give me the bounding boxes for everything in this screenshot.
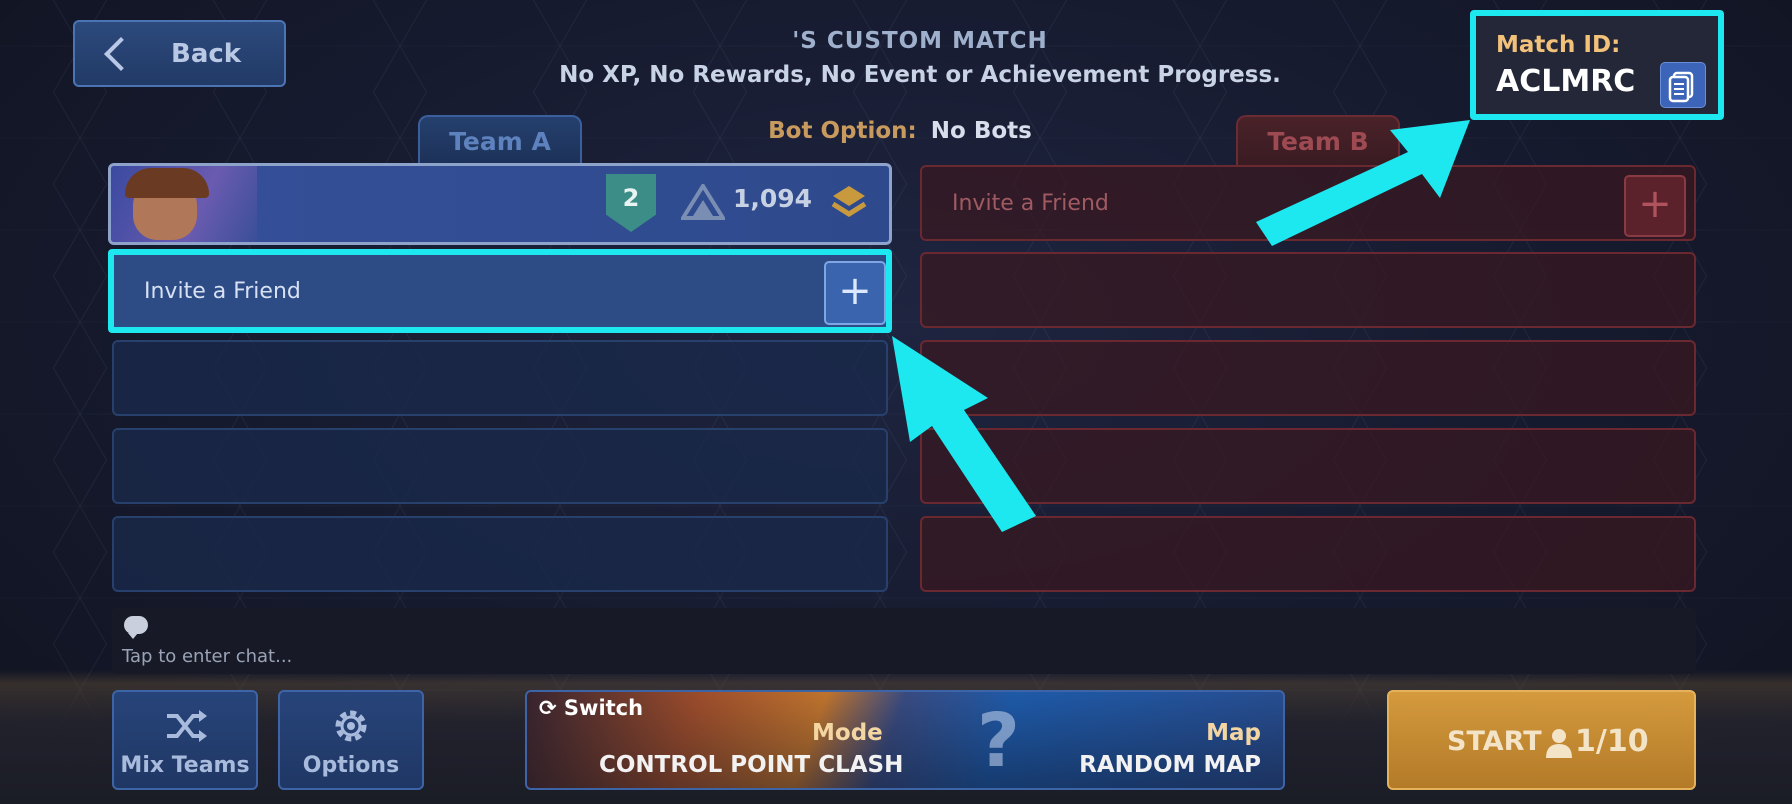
match-id-value: ACLMRC	[1496, 64, 1636, 99]
invite-friend-label: Invite a Friend	[144, 279, 301, 304]
mix-teams-button[interactable]: Mix Teams	[112, 690, 258, 790]
team-b-empty-slot	[920, 516, 1696, 592]
chat-input[interactable]: Tap to enter chat...	[112, 608, 1696, 674]
team-b-empty-slot	[920, 252, 1696, 328]
copy-icon	[1668, 71, 1694, 103]
start-label: START	[1447, 726, 1542, 757]
switch-label: Switch	[563, 696, 644, 720]
team-a-player-slot[interactable]: 2 1,094	[108, 163, 892, 245]
back-button[interactable]: Back	[73, 20, 286, 87]
player-count: 1/10	[1575, 724, 1649, 759]
mode-label: Mode	[812, 720, 883, 746]
add-friend-button[interactable]: +	[1624, 175, 1686, 237]
user-icon	[1546, 729, 1572, 758]
tab-team-b[interactable]: Team B	[1236, 115, 1400, 165]
options-label: Options	[302, 753, 400, 778]
page-title: 'S CUSTOM MATCH	[792, 28, 1048, 54]
team-a-empty-slot	[112, 428, 888, 504]
tier-icon	[681, 184, 725, 220]
invite-friend-label: Invite a Friend	[952, 191, 1109, 216]
team-a-empty-slot	[112, 516, 888, 592]
match-id-panel: Match ID: ACLMRC	[1470, 10, 1724, 120]
team-b-empty-slot	[920, 428, 1696, 504]
match-id-label: Match ID:	[1496, 32, 1621, 58]
mode-value: CONTROL POINT CLASH	[599, 752, 904, 778]
map-value: RANDOM MAP	[1079, 752, 1261, 778]
player-rating: 1,094	[733, 184, 813, 213]
team-b-empty-slot	[920, 340, 1696, 416]
team-a-invite-slot[interactable]: Invite a Friend +	[108, 249, 892, 333]
rank-chevrons-icon	[831, 186, 867, 217]
tab-team-a[interactable]: Team A	[418, 115, 582, 165]
bot-option-value: No Bots	[930, 118, 1032, 144]
shuffle-icon	[167, 710, 207, 742]
page-subtitle: No XP, No Rewards, No Event or Achieveme…	[559, 62, 1281, 88]
chat-bubble-icon	[124, 616, 148, 639]
mode-map-card[interactable]: ? ⟳ Switch Mode CONTROL POINT CLASH Map …	[525, 690, 1285, 790]
team-a-empty-slot	[112, 340, 888, 416]
chevron-left-icon	[104, 36, 138, 71]
avatar	[111, 166, 257, 242]
options-button[interactable]: Options	[278, 690, 424, 790]
avatar-hair	[125, 168, 209, 198]
switch-button[interactable]: ⟳ Switch	[539, 696, 643, 720]
add-friend-button[interactable]: +	[824, 261, 886, 325]
chat-placeholder: Tap to enter chat...	[122, 646, 293, 667]
rank-badge: 2	[606, 174, 656, 232]
mix-teams-label: Mix Teams	[120, 753, 250, 778]
gear-icon	[335, 710, 367, 742]
start-button[interactable]: START 1/10	[1387, 690, 1696, 790]
rank-number: 2	[622, 184, 640, 212]
bot-option-label: Bot Option:	[768, 118, 917, 144]
team-b-invite-slot[interactable]: Invite a Friend +	[920, 165, 1696, 241]
plus-icon: +	[1638, 181, 1672, 227]
random-map-icon: ?	[977, 698, 1020, 784]
map-label: Map	[1206, 720, 1261, 746]
back-label: Back	[171, 38, 242, 69]
plus-icon: +	[838, 268, 872, 314]
bot-option[interactable]: Bot Option: No Bots	[640, 118, 1160, 144]
copy-match-id-button[interactable]	[1660, 62, 1706, 108]
